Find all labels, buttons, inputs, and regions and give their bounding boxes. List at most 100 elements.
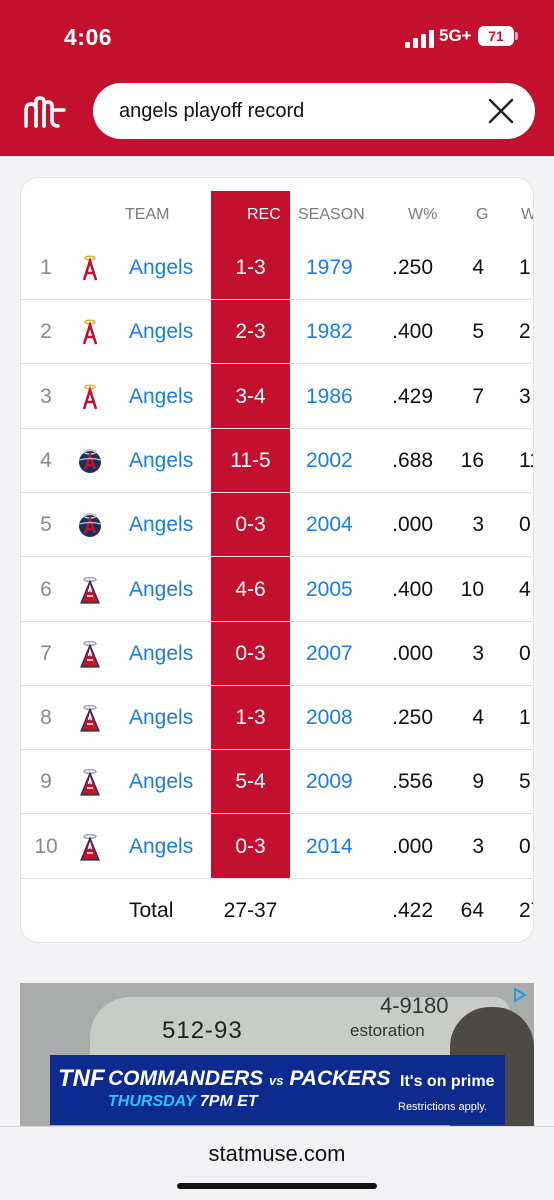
rec-value: 11-5 (230, 448, 271, 472)
games-value: 4 (472, 706, 484, 730)
anaheim-angels-logo-icon (77, 493, 103, 557)
wins-value: 0 (519, 834, 531, 858)
wpct-value: .000 (392, 513, 433, 537)
wins-value: 1 (519, 706, 531, 730)
total-w: 27 (519, 899, 533, 922)
season-link[interactable]: 2014 (306, 815, 353, 879)
team-link[interactable]: Angels (129, 236, 193, 300)
network-type: 5G+ (439, 26, 472, 45)
header-season[interactable]: SEASON (298, 206, 365, 224)
header-rec[interactable]: REC (247, 206, 281, 224)
season-link[interactable]: 2005 (306, 558, 353, 622)
halo-a-logo-icon (77, 365, 103, 429)
close-icon[interactable] (487, 97, 515, 125)
header-team[interactable]: TEAM (125, 206, 169, 224)
total-rec: 27-37 (223, 899, 278, 922)
team-link[interactable]: Angels (129, 750, 193, 814)
big-a-logo-icon (77, 750, 103, 814)
big-a-logo-icon (77, 558, 103, 622)
ad-van-number: 512-93 (162, 1017, 243, 1044)
ad-brand-logo: TNF (58, 1065, 105, 1092)
rec-value: 5-4 (235, 770, 266, 794)
ad-day: THURSDAY 7PM ET (108, 1093, 258, 1111)
games-value: 7 (472, 384, 484, 408)
wpct-value: .250 (392, 706, 433, 730)
season-link[interactable]: 2008 (306, 686, 353, 750)
row-rank: 1 (40, 256, 52, 279)
ad-title-vs: vs (269, 1073, 284, 1088)
team-link[interactable]: Angels (129, 300, 193, 364)
anaheim-angels-logo-icon (77, 429, 103, 493)
table-row: 7 Angels 0-3 2007 .000 3 0 (21, 622, 533, 686)
status-bar: 4:06 5G+ 71 (0, 22, 554, 54)
browser-bottom-bar: statmuse.com (0, 1126, 554, 1200)
team-link[interactable]: Angels (129, 429, 193, 493)
rec-value: 1-3 (235, 256, 266, 279)
season-link[interactable]: 2007 (306, 622, 353, 686)
games-value: 3 (472, 513, 484, 537)
big-a-logo-icon (77, 686, 103, 750)
table-row: 9 Angels 5-4 2009 .556 9 5 (21, 750, 533, 815)
ad-day-label: THURSDAY (108, 1093, 196, 1110)
rec-value: 0-3 (235, 513, 266, 537)
wpct-value: .429 (392, 384, 433, 408)
wins-value: 1 (519, 256, 531, 279)
halo-a-logo-icon (77, 300, 103, 364)
season-link[interactable]: 1982 (306, 300, 353, 364)
ad-choices-icon[interactable] (512, 987, 528, 1003)
rec-value: 2-3 (235, 320, 266, 344)
wpct-value: .688 (392, 448, 433, 472)
rec-value: 0-3 (235, 834, 266, 858)
wins-value: 0 (519, 513, 531, 537)
rec-value: 4-6 (235, 577, 266, 601)
table-row: 8 Angels 1-3 2008 .250 4 1 (21, 686, 533, 751)
season-link[interactable]: 2004 (306, 493, 353, 557)
statmuse-logo-icon[interactable] (22, 96, 72, 128)
home-indicator[interactable] (177, 1183, 377, 1189)
ad-banner[interactable]: TNF COMMANDERS vs PACKERS THURSDAY 7PM E… (50, 1055, 505, 1147)
team-link[interactable]: Angels (129, 493, 193, 557)
ad-platform: It's on prime (400, 1073, 495, 1090)
total-wpct: .422 (392, 899, 433, 922)
url-domain[interactable]: statmuse.com (0, 1141, 554, 1167)
rec-value: 3-4 (235, 384, 266, 408)
team-link[interactable]: Angels (129, 558, 193, 622)
row-rank: 10 (34, 834, 58, 858)
team-link[interactable]: Angels (129, 686, 193, 750)
season-link[interactable]: 1979 (306, 236, 353, 300)
row-rank: 6 (40, 577, 52, 601)
cellular-signal-icon (405, 30, 434, 48)
header-wpct[interactable]: W% (408, 206, 437, 224)
wpct-value: .400 (392, 577, 433, 601)
wpct-value: .000 (392, 834, 433, 858)
team-link[interactable]: Angels (129, 365, 193, 429)
header-g[interactable]: G (476, 206, 488, 224)
table-row: 4 Angels 11-5 2002 .688 16 11 (21, 429, 533, 493)
games-value: 5 (472, 320, 484, 344)
table-row: 10 Angels 0-3 2014 .000 3 0 (21, 815, 533, 879)
app-header: 4:06 5G+ 71 (0, 0, 554, 156)
big-a-logo-icon (77, 815, 103, 879)
big-a-logo-icon (77, 622, 103, 686)
row-rank: 3 (40, 384, 52, 408)
wpct-value: .400 (392, 320, 433, 344)
ad-title: COMMANDERS vs PACKERS (108, 1067, 390, 1091)
ad-restrictions: Restrictions apply. (398, 1101, 488, 1113)
halo-a-logo-icon (77, 236, 103, 300)
search-input[interactable] (119, 83, 479, 139)
battery-icon: 71 (478, 26, 518, 46)
season-link[interactable]: 2002 (306, 429, 353, 493)
battery-level: 71 (488, 28, 504, 44)
wins-value: 4 (519, 577, 531, 601)
wins-value: 3 (519, 384, 531, 408)
team-link[interactable]: Angels (129, 622, 193, 686)
row-rank: 8 (40, 706, 52, 730)
header-w[interactable]: W (521, 206, 533, 224)
wins-value: 2 (519, 320, 531, 344)
season-link[interactable]: 1986 (306, 365, 353, 429)
team-link[interactable]: Angels (129, 815, 193, 879)
total-g: 64 (460, 899, 484, 922)
total-row: Total 27-37 .422 64 27 (21, 879, 533, 942)
season-link[interactable]: 2009 (306, 750, 353, 814)
games-value: 16 (460, 448, 484, 472)
